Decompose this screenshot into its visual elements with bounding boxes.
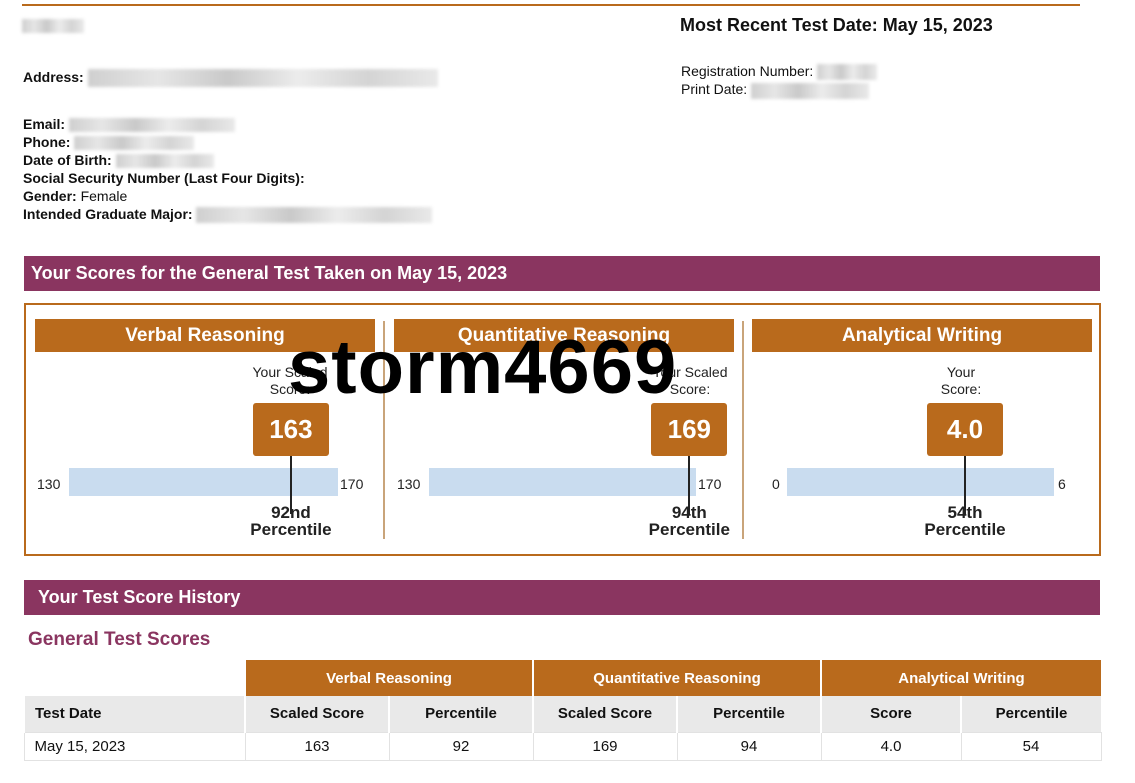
quant-min: 130 (397, 476, 421, 492)
verbal-percentile-word: Percentile (250, 520, 332, 539)
gender-line: Gender: Female (23, 187, 432, 205)
writing-percentile: 54th Percentile (885, 504, 1045, 538)
dob-label: Date of Birth: (23, 152, 112, 168)
quant-max: 170 (698, 476, 722, 492)
table-group-quant: Quantitative Reasoning (532, 660, 821, 696)
column-header: Score (820, 696, 961, 732)
table-cell: 54 (960, 731, 1102, 761)
gender-label: Gender: (23, 188, 77, 204)
major-line: Intended Graduate Major: (23, 205, 433, 224)
writing-percentile-num: 54th (947, 503, 983, 522)
most-recent-test-date: Most Recent Test Date: May 15, 2023 (680, 15, 993, 35)
column-header: Scaled Score (532, 696, 677, 732)
ssn-line: Social Security Number (Last Four Digits… (23, 169, 432, 187)
table-cell: 94 (676, 731, 822, 761)
email-label: Email: (23, 116, 66, 132)
verbal-range-bar (69, 468, 338, 496)
quant-percentile-num: 94th (671, 503, 707, 522)
print-date-redacted (751, 82, 870, 99)
table-group-header: Verbal Reasoning Quantitative Reasoning … (24, 660, 1102, 696)
dob-line: Date of Birth: (23, 151, 432, 169)
writing-min: 0 (772, 476, 780, 492)
candidate-name-redacted (22, 19, 84, 33)
table-cell: 4.0 (820, 731, 962, 761)
history-subtitle: General Test Scores (28, 629, 211, 650)
address-redacted (87, 69, 438, 88)
writing-caption: Your Score: (901, 364, 1021, 398)
writing-caption-line2: Score: (940, 381, 982, 397)
phone-label: Phone: (23, 134, 71, 150)
table-cell: 169 (532, 731, 678, 761)
verbal-percentile: 92nd Percentile (211, 504, 371, 538)
score-history-table: Verbal Reasoning Quantitative Reasoning … (23, 660, 1102, 761)
table-cell: 92 (388, 731, 534, 761)
column-header: Percentile (959, 696, 1102, 732)
major-label: Intended Graduate Major: (23, 206, 193, 222)
table-group-writing: Analytical Writing (819, 660, 1102, 696)
top-rule (22, 4, 1080, 6)
contact-block: Email: Phone: Date of Birth: Social Secu… (23, 115, 433, 224)
column-header: Percentile (676, 696, 821, 732)
table-column-header: Test Date Scaled Score Percentile Scaled… (23, 696, 1102, 732)
watermark-text: storm4669 (288, 325, 678, 410)
table-cell: May 15, 2023 (23, 731, 246, 761)
column-header: Scaled Score (244, 696, 389, 732)
print-date-label: Print Date: (681, 81, 748, 98)
dob-redacted (115, 154, 214, 169)
writing-panel: Analytical Writing Your Score: 0 6 4.0 5… (752, 319, 1092, 541)
quant-percentile-word: Percentile (648, 520, 730, 539)
registration-block: Registration Number: Print Date: (681, 62, 878, 99)
quant-percentile: 94th Percentile (609, 504, 769, 538)
writing-score-box: 4.0 (927, 403, 1003, 456)
email-redacted (68, 118, 235, 133)
verbal-score-box: 163 (252, 403, 329, 456)
column-header: Percentile (388, 696, 533, 732)
registration-number-redacted (817, 64, 878, 81)
scores-banner: Your Scores for the General Test Taken o… (24, 256, 1100, 291)
gender-value: Female (80, 188, 128, 204)
quant-range-bar (429, 468, 696, 496)
history-banner: Your Test Score History (24, 580, 1100, 615)
writing-range-bar (787, 468, 1054, 496)
address-line: Address: (23, 68, 438, 88)
writing-panel-title: Analytical Writing (752, 319, 1092, 352)
writing-max: 6 (1058, 476, 1066, 492)
verbal-max: 170 (340, 476, 364, 492)
table-cell: 163 (244, 731, 390, 761)
panel-divider (742, 321, 744, 539)
major-redacted (196, 207, 433, 224)
email-line: Email: (23, 115, 432, 133)
table-row: May 15, 2023 163 92 169 94 4.0 54 (23, 731, 1102, 761)
verbal-percentile-num: 92nd (271, 503, 311, 522)
table-group-verbal: Verbal Reasoning (244, 660, 533, 696)
quant-score-box: 169 (651, 403, 728, 456)
address-label: Address: (23, 69, 84, 85)
registration-number-label: Registration Number: (681, 63, 814, 79)
phone-redacted (74, 136, 195, 151)
ssn-label: Social Security Number (Last Four Digits… (23, 170, 305, 186)
column-header: Test Date (23, 696, 245, 732)
writing-percentile-word: Percentile (924, 520, 1006, 539)
verbal-min: 130 (37, 476, 61, 492)
writing-caption-line1: Your (946, 364, 976, 380)
phone-line: Phone: (23, 133, 432, 151)
table-blank-cell (24, 660, 245, 696)
